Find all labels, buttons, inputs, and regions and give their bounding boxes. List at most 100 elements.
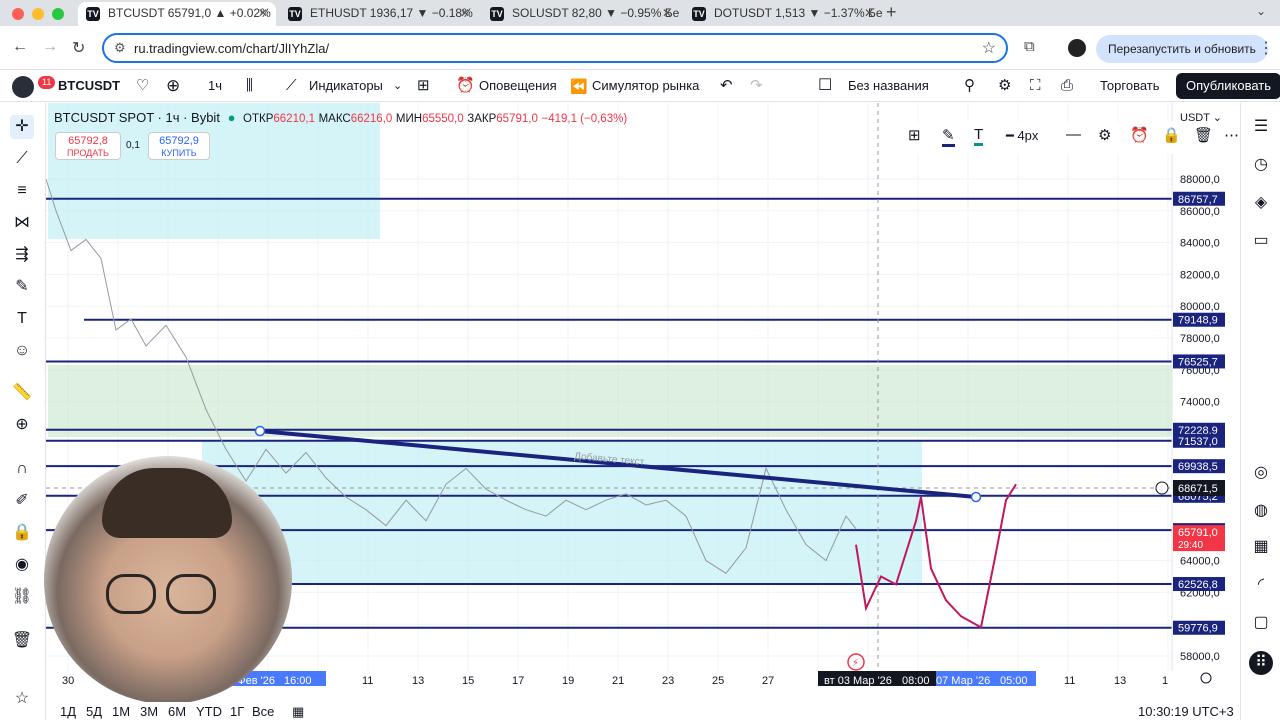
alert-add-icon[interactable]: ⏰ xyxy=(1130,126,1149,144)
close-tab-icon[interactable]: ✕ xyxy=(662,2,672,24)
emoji-icon[interactable]: ☺ xyxy=(10,339,34,363)
range-zone-green[interactable] xyxy=(48,365,1172,437)
profile-avatar[interactable] xyxy=(1068,39,1086,57)
line-color-pencil-icon[interactable]: ✎ xyxy=(942,126,955,147)
browser-tab-btc[interactable]: TV BTCUSDT 65791,0 ▲ +0.02% ✕ xyxy=(78,2,276,26)
forward-arrow-icon[interactable]: → xyxy=(42,38,58,56)
close-tab-icon[interactable]: ✕ xyxy=(864,2,874,24)
range-3m[interactable]: 3М xyxy=(140,704,158,719)
close-window-button[interactable] xyxy=(12,8,24,20)
layout-checkbox-icon[interactable]: ☐ xyxy=(818,70,832,102)
crosshair-icon[interactable]: ✛ xyxy=(10,115,34,139)
fullscreen-icon[interactable]: ⛶ xyxy=(1030,70,1041,102)
target-icon[interactable]: ◎ xyxy=(1249,461,1273,485)
date-range-calendar-icon[interactable]: ▦ xyxy=(292,704,304,720)
watchlist-icon[interactable]: ☰ xyxy=(1249,115,1273,139)
range-6m[interactable]: 6М xyxy=(168,704,186,719)
close-tab-icon[interactable]: ✕ xyxy=(258,2,268,24)
replay-button[interactable]: Симулятор рынка xyxy=(592,70,699,102)
site-info-icon[interactable]: ⚙ xyxy=(114,40,126,56)
candles-style-icon[interactable]: ⫼ xyxy=(246,70,253,102)
user-menu-avatar[interactable]: 11 xyxy=(12,76,56,98)
settings-gear-icon[interactable]: ⚙ xyxy=(998,70,1011,102)
maximize-window-button[interactable] xyxy=(52,8,64,20)
stay-drawing-icon[interactable]: ✐ xyxy=(10,489,34,513)
line-style-icon[interactable]: — xyxy=(1066,126,1081,143)
line-width-button[interactable]: ━ 4px xyxy=(1006,128,1038,144)
indicators-button[interactable]: Индикаторы xyxy=(309,70,383,102)
redo-icon[interactable]: ↷ xyxy=(750,70,763,102)
templates-grid-icon[interactable]: ⊞ xyxy=(417,70,430,102)
trash-icon[interactable]: 🗑 xyxy=(1194,126,1213,144)
zoom-in-icon[interactable]: ⊕ xyxy=(10,413,34,437)
interval-button[interactable]: 1ч xyxy=(208,70,222,102)
layout-name-button[interactable]: Без названия xyxy=(848,70,929,102)
add-alert-plus-icon[interactable] xyxy=(1155,481,1169,495)
pattern-icon[interactable]: ⋈ xyxy=(10,211,34,235)
compare-heart-icon[interactable]: ♡ xyxy=(136,70,149,102)
symbol-search-button[interactable]: BTCUSDT xyxy=(58,70,120,102)
browser-tab-sol[interactable]: TV SOLUSDT 82,80 ▼ −0.95% Бе ✕ xyxy=(482,2,680,26)
clock-time[interactable]: 10:30:19 UTC+3 xyxy=(1138,704,1234,719)
trade-button[interactable]: Торговать xyxy=(1100,70,1160,102)
indicators-icon[interactable]: ⟋ xyxy=(286,70,297,102)
chat-icon[interactable]: ▭ xyxy=(1249,229,1273,253)
buy-button[interactable]: 65792,9 КУПИТЬ xyxy=(148,132,210,160)
range-1d[interactable]: 1Д xyxy=(60,704,76,719)
alerts-button[interactable]: Оповещения xyxy=(479,70,557,102)
prediction-icon[interactable]: ⇶ xyxy=(10,243,34,267)
undo-icon[interactable]: ↶ xyxy=(720,70,733,102)
more-options-icon[interactable]: ⋯ xyxy=(1224,126,1239,144)
indicators-chevron-icon[interactable]: ⌄ xyxy=(393,70,402,102)
visibility-eye-icon[interactable]: ◉ xyxy=(10,553,34,577)
close-tab-icon[interactable]: ✕ xyxy=(460,2,470,24)
legend-title[interactable]: BTCUSDT SPOT · 1ч · Bybit xyxy=(54,110,220,125)
range-5d[interactable]: 5Д xyxy=(86,704,102,719)
text-color-icon[interactable]: T xyxy=(974,126,984,146)
news-feed-icon[interactable]: ◜ xyxy=(1249,573,1273,597)
ideas-icon[interactable]: ◍ xyxy=(1249,499,1273,523)
apps-grid-icon[interactable]: ⠿ xyxy=(1249,651,1273,675)
brush-icon[interactable]: ✎ xyxy=(10,275,34,299)
drag-grid-icon[interactable]: ⊞ xyxy=(908,126,921,144)
favorites-star-icon[interactable]: ☆ xyxy=(10,687,34,711)
lock-icon[interactable]: 🔒 xyxy=(10,521,34,545)
browser-tab-dot[interactable]: TV DOTUSDT 1,513 ▼ −1.37% Бе ✕ xyxy=(684,2,882,26)
ruler-icon[interactable]: 📏 xyxy=(10,381,34,405)
replay-icon[interactable]: ⏪ xyxy=(570,70,587,102)
text-tool-icon[interactable]: T xyxy=(10,307,34,331)
quick-search-icon[interactable]: ⚲ xyxy=(964,70,975,102)
range-all[interactable]: Все xyxy=(252,704,274,719)
calendar-icon[interactable]: ▦ xyxy=(1249,535,1273,559)
snapshot-camera-icon[interactable]: ⎙ xyxy=(1061,70,1073,102)
range-ytd[interactable]: YTD xyxy=(196,704,222,719)
browser-tab-eth[interactable]: TV ETHUSDT 1936,17 ▼ −0.18% ✕ xyxy=(280,2,478,26)
browser-menu-icon[interactable]: ⋮ xyxy=(1258,38,1274,58)
alerts-clock-icon[interactable]: ◷ xyxy=(1249,153,1273,177)
tab-search-chevron-icon[interactable]: ⌄ xyxy=(1256,4,1266,18)
trash-icon[interactable]: 🗑 xyxy=(10,629,34,653)
extensions-puzzle-icon[interactable]: ⧉ xyxy=(1024,38,1035,55)
bookmark-star-icon[interactable]: ☆ xyxy=(982,38,996,58)
notifications-icon[interactable]: ▢ xyxy=(1249,611,1273,635)
trend-line-icon[interactable]: ⟋ xyxy=(10,147,34,171)
back-arrow-icon[interactable]: ← xyxy=(12,38,28,56)
range-1y[interactable]: 1Г xyxy=(230,704,244,719)
lock-icon[interactable]: 🔒 xyxy=(1162,126,1181,144)
range-1m[interactable]: 1М xyxy=(112,704,130,719)
reload-icon[interactable]: ↻ xyxy=(72,38,85,58)
link-icon[interactable]: ⛓ xyxy=(10,585,34,609)
publish-button[interactable]: Опубликовать xyxy=(1176,73,1280,99)
sell-button[interactable]: 65792,8 ПРОДАТЬ xyxy=(55,132,121,160)
layers-icon[interactable]: ◈ xyxy=(1249,191,1273,215)
magnet-icon[interactable]: ∩ xyxy=(10,457,34,481)
restart-update-button[interactable]: Перезапустить и обновить xyxy=(1096,35,1268,63)
fib-retracement-icon[interactable]: ≡ xyxy=(10,179,34,203)
address-bar[interactable]: ⚙ ru.tradingview.com/chart/JlIYhZla/ ☆ xyxy=(102,33,1008,63)
new-tab-button[interactable]: + xyxy=(886,2,897,23)
minimize-window-button[interactable] xyxy=(32,8,44,20)
trend-line-handle-end[interactable] xyxy=(970,491,982,503)
settings-gear-icon[interactable]: ⚙ xyxy=(1098,126,1111,144)
trend-line-handle-start[interactable] xyxy=(254,425,266,437)
add-symbol-plus-icon[interactable]: ⊕ xyxy=(166,70,180,102)
